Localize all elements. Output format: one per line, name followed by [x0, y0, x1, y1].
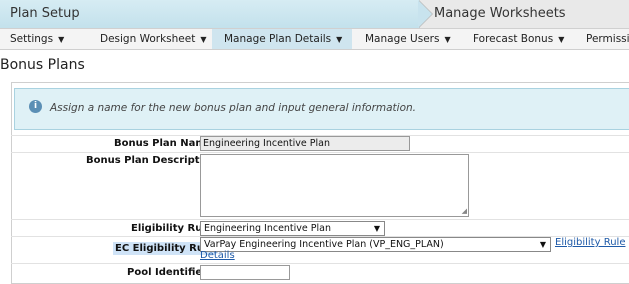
page-title: Bonus Plans — [0, 57, 85, 73]
divider — [11, 219, 629, 220]
wizard-breadcrumb: Plan Setup Manage Worksheets — [0, 0, 629, 29]
breadcrumb-step-label[interactable]: Plan Setup — [10, 6, 80, 21]
caret-down-icon: ▼ — [336, 35, 343, 44]
ec-eligibility-rule-select[interactable]: VarPay Engineering Incentive Plan (VP_EN… — [200, 237, 551, 252]
menu-settings[interactable]: Settings ▼ — [10, 29, 64, 49]
eligibility-rule-link[interactable]: Eligibility Rule — [555, 237, 625, 248]
bonus-plan-description-textarea[interactable]: ◢ — [200, 154, 469, 217]
eligibility-rule-value: Engineering Incentive Plan — [204, 223, 331, 234]
info-message: Assign a name for the new bonus plan and… — [50, 102, 416, 114]
caret-down-icon: ▼ — [58, 35, 65, 44]
caret-down-icon: ▼ — [558, 35, 565, 44]
menu-label: Permissio — [586, 33, 629, 45]
caret-down-icon: ▼ — [444, 35, 451, 44]
menu-forecast-bonus[interactable]: Forecast Bonus ▼ — [473, 29, 564, 49]
caret-down-icon: ▼ — [200, 35, 207, 44]
bonus-plan-name-input[interactable]: Engineering Incentive Plan — [200, 136, 410, 151]
divider — [11, 263, 629, 264]
menu-design-worksheet[interactable]: Design Worksheet ▼ — [100, 29, 207, 49]
divider — [11, 152, 629, 153]
breadcrumb-step-manage-worksheets[interactable]: Manage Worksheets — [434, 6, 566, 21]
dropdown-arrow-icon: ▼ — [373, 224, 380, 233]
resize-grip-icon[interactable]: ◢ — [462, 208, 467, 215]
info-icon: i — [29, 100, 42, 113]
menu-label: Settings — [10, 33, 54, 45]
eligibility-rule-select[interactable]: Engineering Incentive Plan ▼ — [200, 221, 385, 236]
menu-label: Forecast Bonus — [473, 33, 554, 45]
menu-manage-users[interactable]: Manage Users ▼ — [365, 29, 451, 49]
pool-identifier-label: Pool Identifier: — [127, 267, 212, 278]
menu-manage-plan-details[interactable]: Manage Plan Details ▼ — [212, 29, 352, 49]
menu-bar: Settings ▼ Design Worksheet ▼ Manage Plan … — [0, 29, 629, 50]
breadcrumb-arrow — [418, 0, 432, 28]
ec-eligibility-rule-value: VarPay Engineering Incentive Plan (VP_EN… — [204, 239, 444, 250]
menu-label: Manage Users — [365, 33, 440, 45]
info-banner: i Assign a name for the new bonus plan a… — [14, 88, 629, 130]
pool-identifier-input[interactable] — [200, 265, 290, 280]
dropdown-arrow-icon: ▼ — [539, 240, 546, 249]
menu-permissions[interactable]: Permissio — [586, 29, 629, 49]
menu-label: Design Worksheet — [100, 33, 196, 45]
details-link[interactable]: Details — [200, 250, 235, 261]
menu-label: Manage Plan Details — [224, 33, 332, 45]
